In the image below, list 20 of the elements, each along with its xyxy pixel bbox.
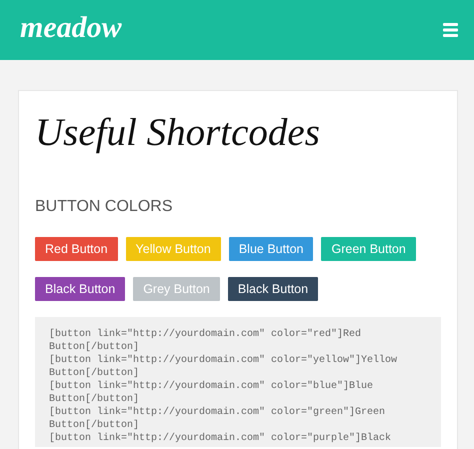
code-line: [button link="http://yourdomain.com" color="purple"]Black xyxy=(49,432,392,445)
code-line: Button[/button] xyxy=(49,367,140,380)
code-line: [button link="http://yourdomain.com" color="yellow"]Yellow xyxy=(49,354,398,367)
sample-button[interactable]: Blue Button xyxy=(228,237,314,261)
code-line: [button link="http://yourdomain.com" color="red"]Red xyxy=(49,328,362,341)
logo[interactable]: meadow xyxy=(20,11,122,45)
sample-button[interactable]: Red Button xyxy=(35,237,118,261)
menu-icon[interactable] xyxy=(443,23,458,37)
page-title: Useful Shortcodes xyxy=(35,110,321,156)
sample-button[interactable]: Green Button xyxy=(321,237,416,261)
code-line: [button link="http://yourdomain.com" color="green"]Green xyxy=(49,406,386,419)
code-line: Button[/button] xyxy=(49,393,140,406)
code-line: Button[/button] xyxy=(49,419,140,432)
code-line: [button link="http://yourdomain.com" color="blue"]Blue xyxy=(49,380,374,393)
sample-button[interactable]: Black Button xyxy=(35,277,126,301)
section-heading: BUTTON COLORS xyxy=(35,197,174,217)
code-line: Button[/button] xyxy=(49,341,140,354)
sample-button[interactable]: Black Button xyxy=(228,277,318,301)
sample-button[interactable]: Yellow Button xyxy=(126,237,221,261)
sample-button[interactable]: Grey Button xyxy=(133,277,220,301)
